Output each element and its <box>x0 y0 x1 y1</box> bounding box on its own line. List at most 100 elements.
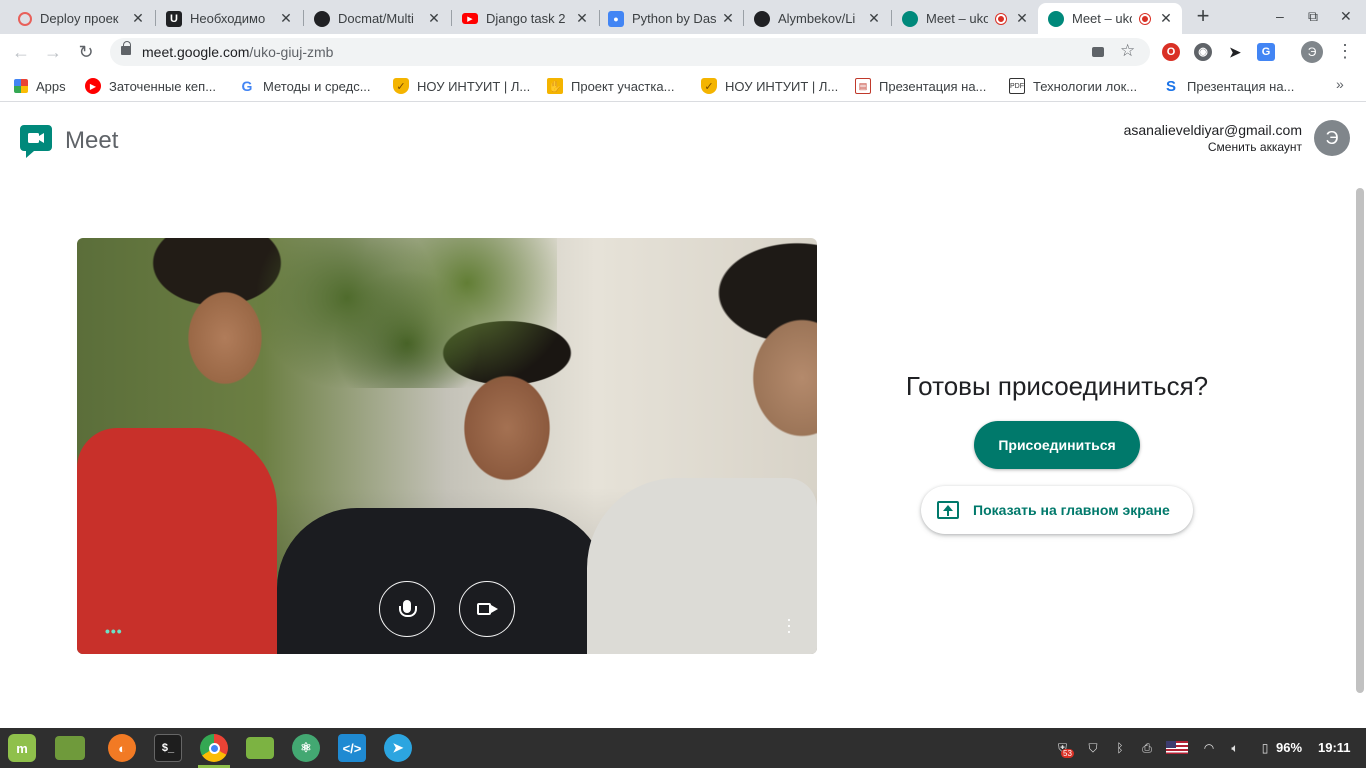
translate-extension-icon[interactable]: G <box>1257 43 1275 61</box>
bookmark-item[interactable]: G Методы и средс... <box>239 77 371 95</box>
camera-icon <box>477 603 498 615</box>
shield-icon[interactable]: ⛉ <box>1084 739 1102 757</box>
firefox-icon[interactable]: ◐ <box>108 734 136 762</box>
bookmarks-bar: Apps ▶ Заточенные кеп... G Методы и сред… <box>0 70 1366 102</box>
meet-logo[interactable]: Meet <box>20 123 118 159</box>
switch-account-link[interactable]: Сменить аккаунт <box>1124 140 1302 154</box>
youtube-icon: ▶ <box>85 78 101 94</box>
browser-toolbar: ← → ↻ meet.google.com/uko-giuj-zmb ☆ O ◉… <box>0 34 1366 70</box>
video-person-center <box>277 508 607 654</box>
profile-button[interactable]: Э <box>1301 41 1323 63</box>
printer-icon[interactable]: ⎙ <box>1138 739 1156 757</box>
chrome-icon[interactable] <box>200 734 228 762</box>
bookmark-item[interactable]: ✋ Проект участка... <box>547 77 674 95</box>
close-tab-icon[interactable]: ✕ <box>1158 10 1174 27</box>
address-bar[interactable]: meet.google.com/uko-giuj-zmb ☆ <box>110 38 1150 66</box>
video-background-foliage <box>257 238 557 388</box>
present-button-label: Показать на главном экране <box>973 502 1170 518</box>
page-scrollbar[interactable] <box>1356 188 1364 693</box>
google-icon: G <box>241 78 253 94</box>
close-tab-icon[interactable]: ✕ <box>574 10 590 27</box>
intuit-shield-icon: ✓ <box>393 78 409 94</box>
close-tab-icon[interactable]: ✕ <box>426 10 442 27</box>
github-icon <box>314 10 330 27</box>
opera-extension-icon[interactable]: O <box>1162 43 1180 61</box>
battery-percentage[interactable]: 96% <box>1276 740 1302 755</box>
bookmark-star-icon[interactable]: ☆ <box>1120 41 1135 61</box>
mint-menu-icon[interactable]: m <box>8 734 36 762</box>
camera-toggle-button[interactable] <box>459 581 515 637</box>
battery-icon[interactable]: ▯ <box>1258 739 1272 757</box>
tab-deploy[interactable]: Deploy проек ✕ <box>8 3 154 34</box>
recording-icon <box>1140 13 1150 24</box>
account-avatar[interactable]: Э <box>1314 120 1350 156</box>
join-button[interactable]: Присоединиться <box>974 421 1140 469</box>
os-taskbar: m ◐ $_ ⚛ </> ➤ ⛨ 53 ⛉ ᛒ ⎙ ◠ 🔈︎ ▯ 96% 19:1… <box>0 728 1366 768</box>
intuit-shield-icon: ✓ <box>701 78 717 94</box>
cursor-extension-icon[interactable]: ➤ <box>1226 43 1244 61</box>
bookmark-item[interactable]: ✓ НОУ ИНТУИТ | Л... <box>393 77 530 95</box>
present-button[interactable]: Показать на главном экране <box>921 486 1193 534</box>
meet-icon <box>902 10 918 27</box>
microphone-toggle-button[interactable] <box>379 581 435 637</box>
close-window-button[interactable]: ✕ <box>1340 8 1352 25</box>
clock[interactable]: 19:11 <box>1318 740 1351 755</box>
bookmark-item[interactable]: ▤ Презентация на... <box>855 77 986 95</box>
files-icon[interactable] <box>246 737 274 759</box>
vscode-icon[interactable]: </> <box>338 734 366 762</box>
youtube-icon: ▶ <box>462 13 478 24</box>
back-button[interactable]: ← <box>10 41 32 63</box>
volume-icon[interactable]: 🔈︎ <box>1226 739 1244 757</box>
close-tab-icon[interactable]: ✕ <box>866 10 882 27</box>
bookmark-apps[interactable]: Apps <box>14 77 66 95</box>
deploy-icon <box>18 11 32 26</box>
close-tab-icon[interactable]: ✕ <box>1014 10 1030 27</box>
meet-icon <box>1048 10 1064 27</box>
bookmarks-overflow-icon[interactable]: » <box>1336 76 1344 92</box>
lock-icon[interactable] <box>121 41 131 55</box>
bookmark-item[interactable]: S Презентация на... <box>1163 77 1294 95</box>
close-tab-icon[interactable]: ✕ <box>130 10 146 27</box>
tab-alymbekov[interactable]: Alymbekov/Li ✕ <box>744 3 890 34</box>
reload-button[interactable]: ↻ <box>75 41 97 63</box>
meet-wordmark: Meet <box>65 127 119 154</box>
tab-docmat[interactable]: Docmat/Multi ✕ <box>304 3 450 34</box>
bookmark-item[interactable]: PDF Технологии лок... <box>1009 77 1137 95</box>
more-options-icon[interactable]: · · · <box>786 610 792 640</box>
wifi-icon[interactable]: ◠ <box>1200 739 1218 757</box>
account-info: asanalieveldiyar@gmail.com Сменить аккау… <box>1124 122 1302 154</box>
new-tab-button[interactable]: + <box>1192 5 1214 28</box>
camera-in-use-icon[interactable] <box>1092 47 1104 57</box>
audio-level-indicator-icon: ••• <box>105 623 123 639</box>
intuit-icon: U <box>166 10 182 27</box>
tab-intuit[interactable]: U Необходимо ✕ <box>156 3 302 34</box>
url-text[interactable]: meet.google.com/uko-giuj-zmb <box>142 44 333 60</box>
atom-icon[interactable]: ⚛ <box>292 734 320 762</box>
tab-django[interactable]: ▶ Django task 2 ✕ <box>452 3 598 34</box>
keyboard-layout-flag-icon[interactable] <box>1166 741 1188 754</box>
update-manager-icon[interactable]: ⛨ 53 <box>1056 739 1076 758</box>
bookmark-item[interactable]: ✓ НОУ ИНТУИТ | Л... <box>701 77 838 95</box>
slideshare-icon: S <box>1165 77 1176 95</box>
close-tab-icon[interactable]: ✕ <box>278 10 294 27</box>
chrome-menu-icon[interactable]: ⋮ <box>1336 42 1354 60</box>
apps-grid-icon <box>14 79 28 93</box>
show-desktop-icon[interactable] <box>55 736 85 760</box>
profile-icon: ● <box>608 10 624 27</box>
github-icon <box>754 10 770 27</box>
telegram-icon[interactable]: ➤ <box>384 734 412 762</box>
meet-page: Meet asanalieveldiyar@gmail.com Сменить … <box>0 103 1366 728</box>
tab-meet-active[interactable]: Meet – uko ✕ <box>1038 3 1182 34</box>
bluetooth-icon[interactable]: ᛒ <box>1112 739 1128 757</box>
maximize-button[interactable]: ⧉ <box>1308 8 1318 25</box>
tab-meet-1[interactable]: Meet – uko ✕ <box>892 3 1038 34</box>
video-person-left <box>77 428 277 654</box>
terminal-icon[interactable]: $_ <box>154 734 182 762</box>
forward-button[interactable]: → <box>42 41 64 63</box>
ready-to-join-heading: Готовы присоединиться? <box>905 371 1209 401</box>
minimize-button[interactable]: – <box>1276 8 1284 24</box>
tab-python[interactable]: ● Python by Das ✕ <box>598 3 744 34</box>
extension-icon[interactable]: ◉ <box>1194 43 1212 61</box>
bookmark-item[interactable]: ▶ Заточенные кеп... <box>85 77 216 95</box>
close-tab-icon[interactable]: ✕ <box>720 10 736 27</box>
